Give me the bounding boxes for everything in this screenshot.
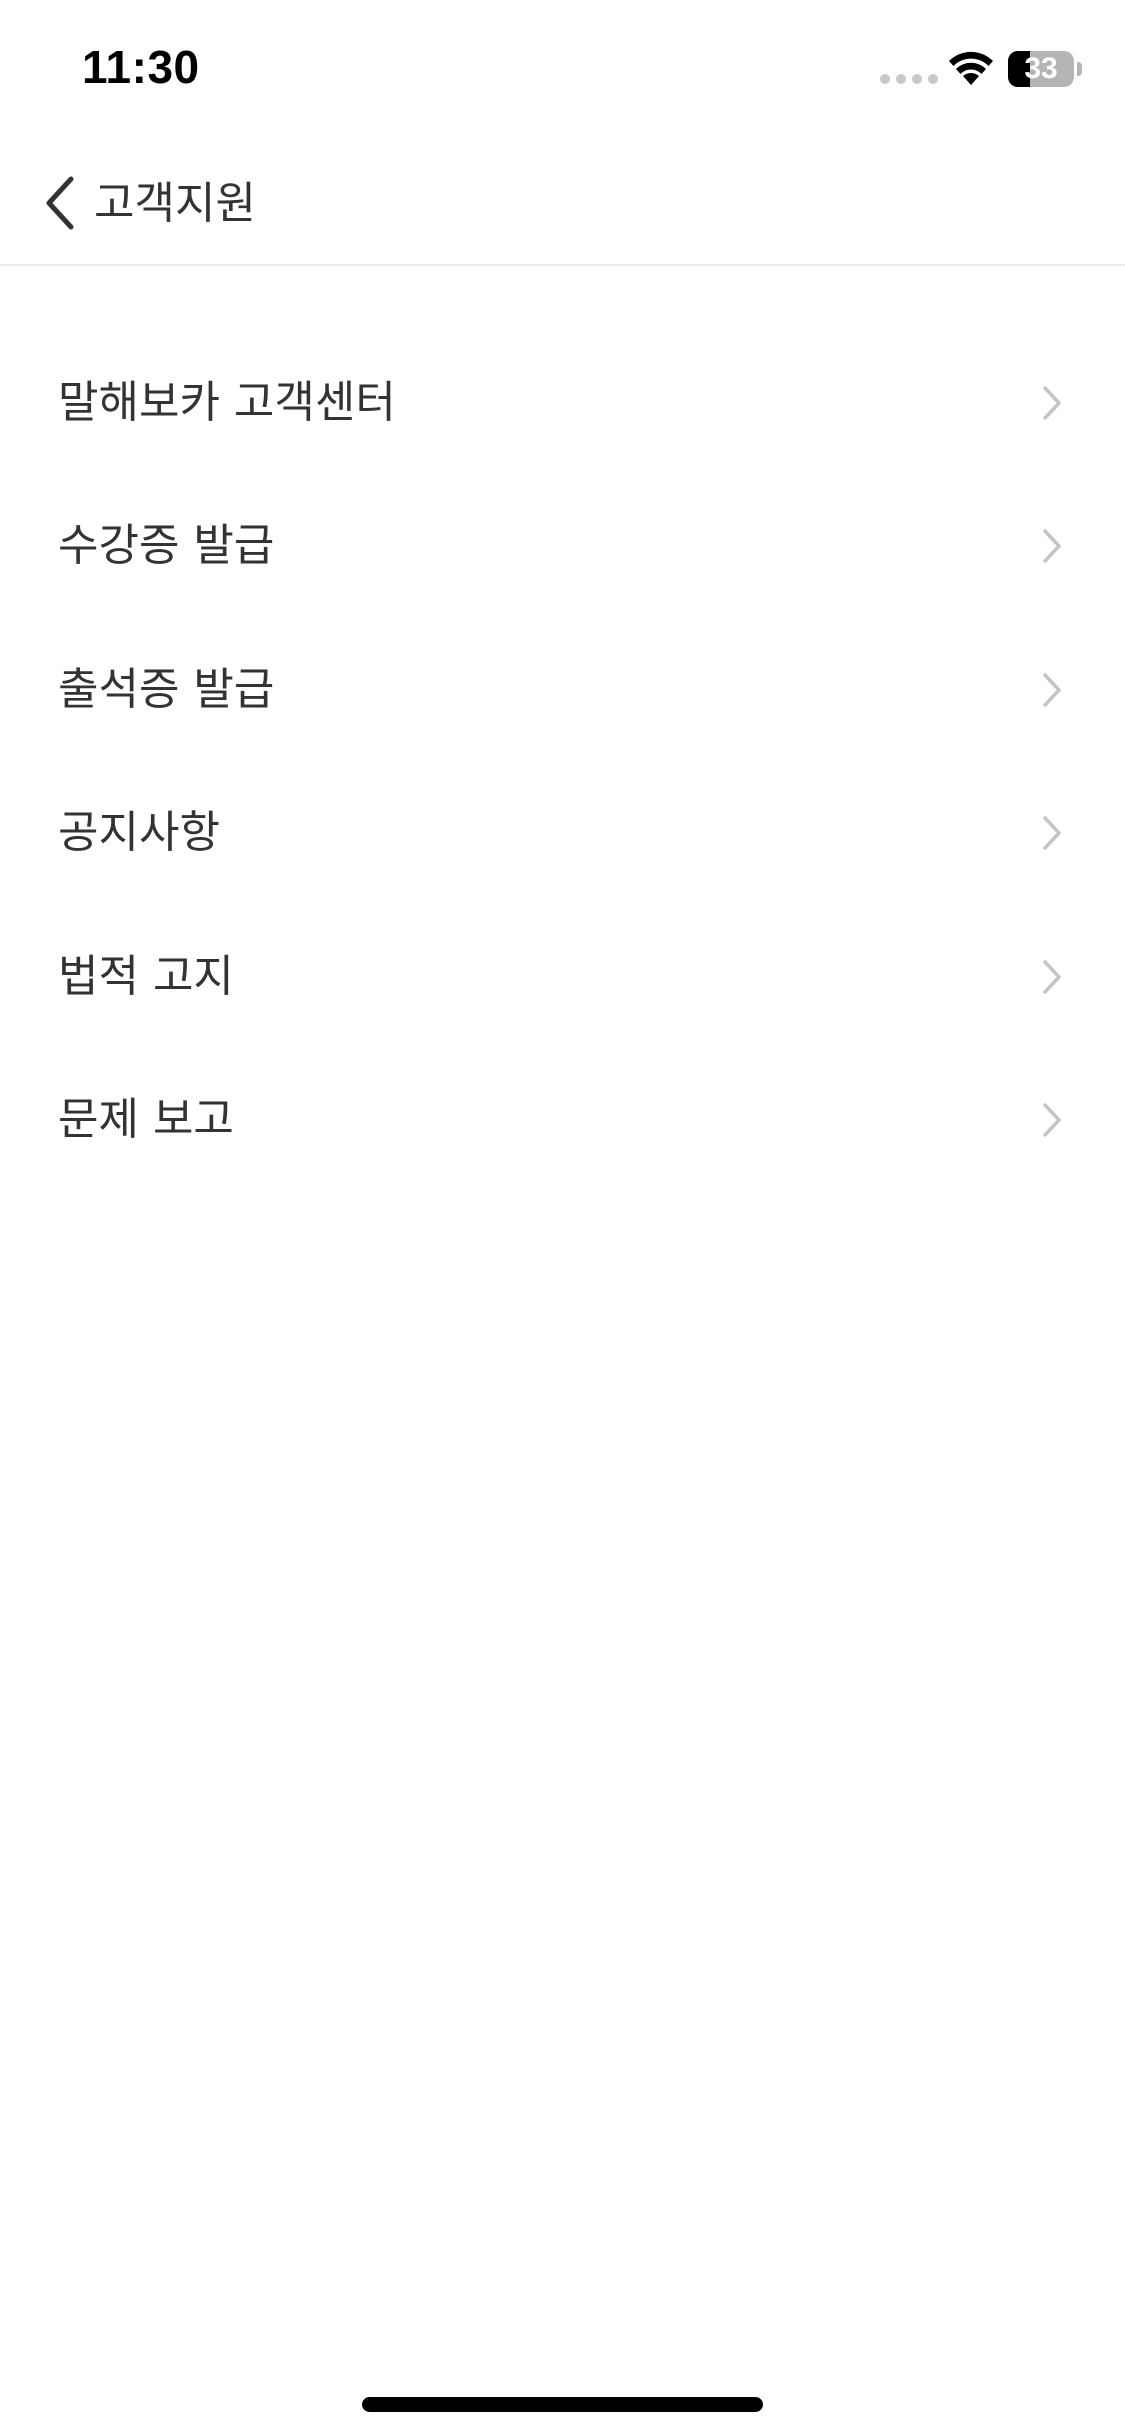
menu-item-label: 문제 보고 [58, 1094, 234, 1146]
menu-item-label: 말해보카 고객센터 [58, 376, 396, 428]
menu-item-enrollment-certificate[interactable]: 수강증 발급 [0, 475, 1125, 619]
menu-item-customer-center[interactable]: 말해보카 고객센터 [0, 331, 1125, 475]
chevron-right-icon [1040, 383, 1064, 423]
page-title: 고객지원 [94, 178, 256, 229]
menu-item-label: 법적 고지 [58, 950, 234, 1002]
chevron-left-icon [46, 176, 74, 230]
chevron-right-icon [1040, 526, 1064, 566]
chevron-right-icon [1040, 670, 1064, 710]
chevron-right-icon [1040, 1100, 1064, 1140]
status-time: 11:30 [82, 41, 200, 93]
battery-icon: 33 [1008, 51, 1074, 87]
chevron-right-icon [1040, 813, 1064, 853]
chevron-right-icon [1040, 957, 1064, 997]
menu-item-label: 공지사항 [58, 807, 220, 859]
navigation-bar: 고객지원 [0, 140, 1125, 266]
menu-item-label: 출석증 발급 [58, 663, 275, 715]
battery-level: 33 [1024, 52, 1058, 85]
menu-item-legal-notice[interactable]: 법적 고지 [0, 905, 1125, 1049]
cellular-signal-icon [880, 74, 938, 84]
home-indicator[interactable] [362, 2397, 763, 2412]
menu-item-attendance-certificate[interactable]: 출석증 발급 [0, 618, 1125, 762]
status-bar: 11:30 33 [0, 0, 1125, 140]
back-button[interactable] [30, 170, 90, 236]
menu-item-report-problem[interactable]: 문제 보고 [0, 1049, 1125, 1193]
menu-item-label: 수강증 발급 [58, 520, 275, 572]
menu-list: 말해보카 고객센터 수강증 발급 출석증 발급 공지사항 법적 고지 문제 보고 [0, 331, 1125, 1192]
wifi-icon [949, 51, 993, 85]
battery-cap [1077, 62, 1082, 76]
menu-item-notices[interactable]: 공지사항 [0, 762, 1125, 906]
